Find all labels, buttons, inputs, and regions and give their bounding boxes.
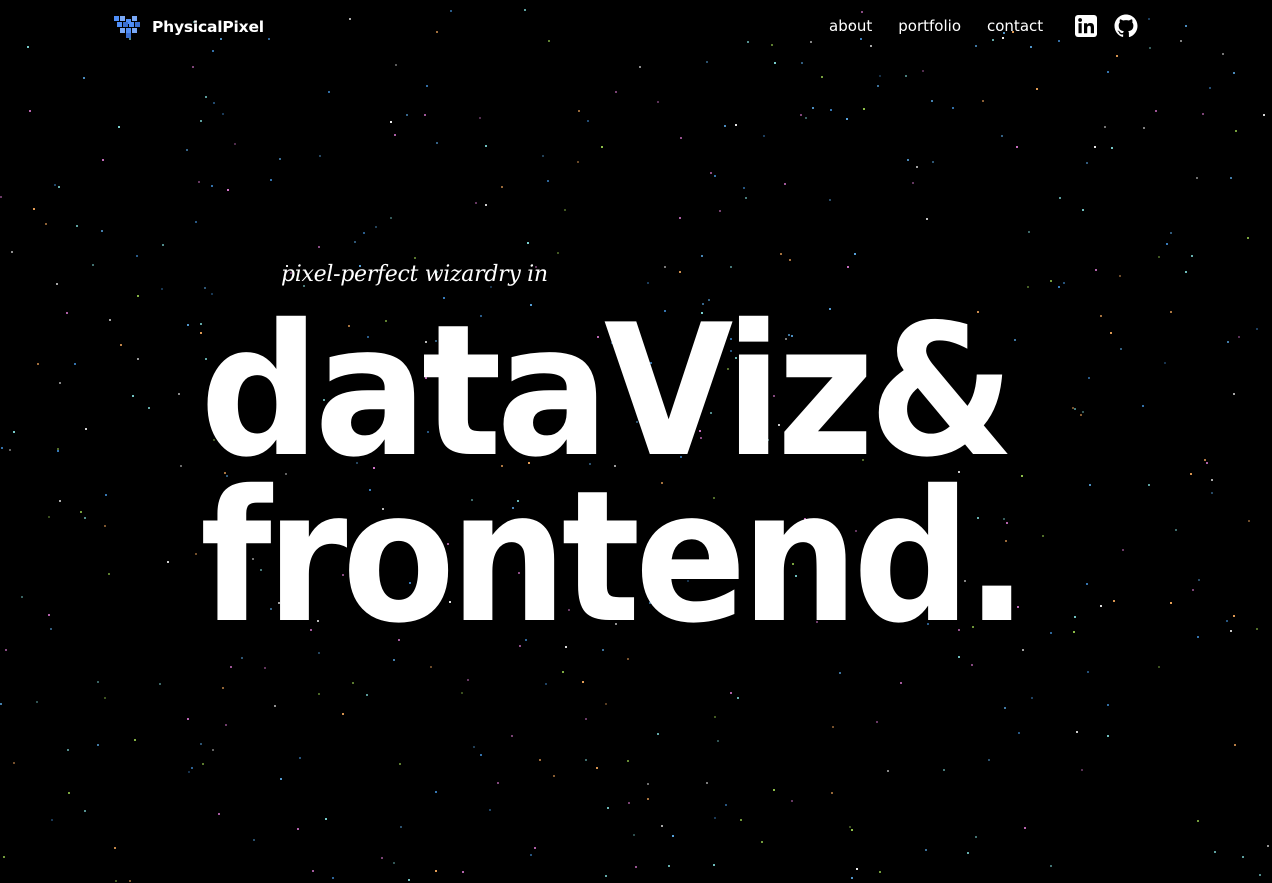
brand-logo-link[interactable]: PhysicalPixel	[114, 16, 264, 38]
pixel-heart-logo-icon	[114, 16, 140, 38]
hero-section: pixel-perfect wizardry in dataViz& front…	[0, 0, 1272, 883]
site-header: PhysicalPixel about portfolio contact	[0, 0, 1272, 54]
nav-link-about[interactable]: about	[829, 17, 872, 35]
hero-tagline: pixel-perfect wizardry in	[281, 262, 548, 287]
main-nav: about portfolio contact	[829, 15, 1043, 37]
social-links	[1074, 14, 1138, 38]
brand-name: PhysicalPixel	[152, 18, 264, 36]
github-link[interactable]	[1114, 14, 1138, 38]
linkedin-icon	[1075, 15, 1097, 37]
nav-link-portfolio[interactable]: portfolio	[898, 17, 961, 35]
linkedin-link[interactable]	[1074, 14, 1098, 38]
nav-link-contact[interactable]: contact	[987, 17, 1043, 35]
github-icon	[1114, 14, 1138, 38]
hero-headline-line-2: frontend.	[200, 451, 1028, 663]
